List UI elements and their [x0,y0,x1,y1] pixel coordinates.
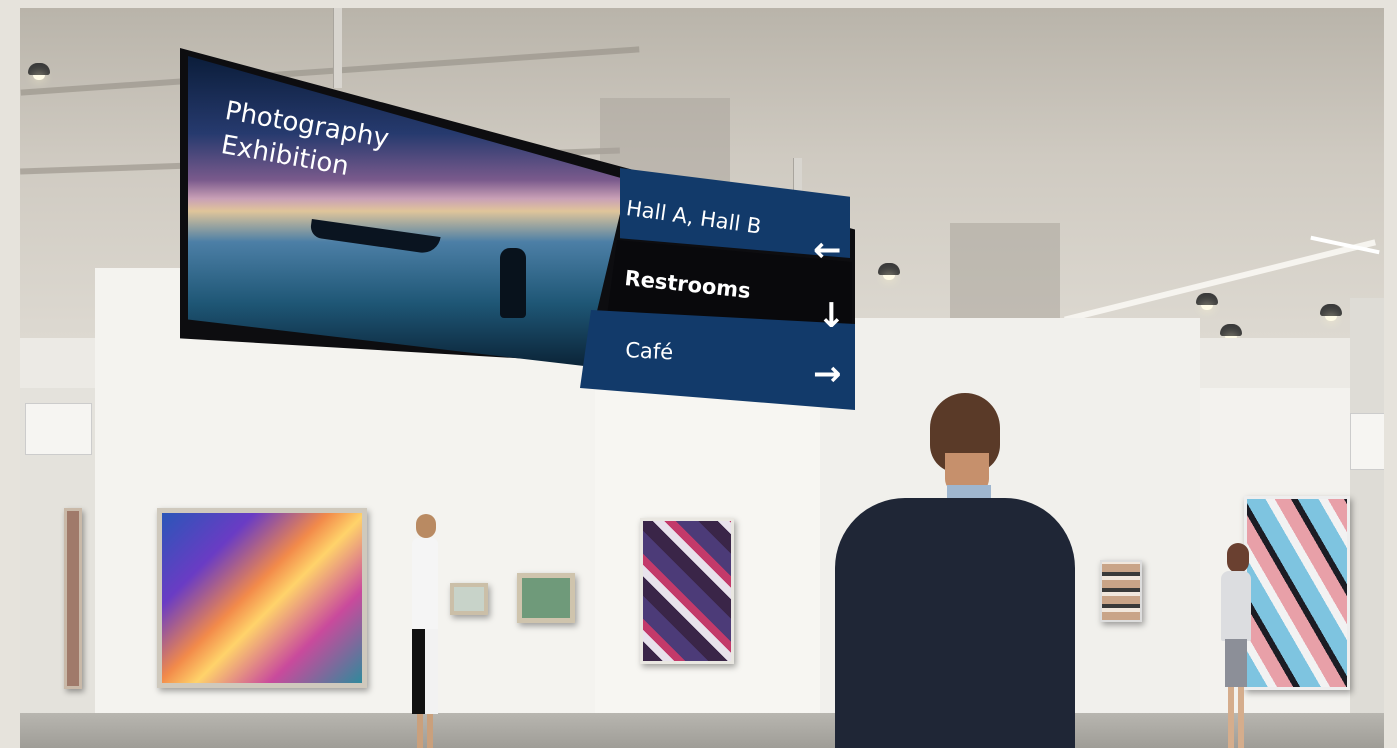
floor [20,713,1384,748]
booth-placard [25,403,92,455]
ceiling-beam [20,46,640,96]
abstract-pattern-painting [640,518,734,664]
sign-hanging-rod [333,8,342,88]
ceiling-lamp [1320,304,1342,321]
direction-label-cafe: Café [624,338,674,365]
ceiling-lamp [1220,324,1242,341]
arrow-left-icon: ← [813,230,842,270]
exhibition-hall-photo: Photography Exhibition Hall A, Hall B ← … [20,8,1384,748]
graffiti-style-painting [1244,496,1350,690]
arrow-right-icon: → [813,354,842,394]
right-booth-edge [1350,298,1384,718]
narrow-artwork [64,508,82,689]
man-in-dark-suit [835,393,1075,748]
small-pattern-artwork [1100,560,1142,622]
booth-placard [1350,413,1384,470]
small-framed-picture [450,583,488,615]
woman-in-grey-outfit [1215,543,1255,748]
ceiling-duct [950,223,1060,318]
small-framed-picture [517,573,575,623]
colorful-landscape-painting [157,508,367,688]
scene: Photography Exhibition Hall A, Hall B ← … [0,0,1397,748]
woman-in-white-dress [404,514,444,748]
ceiling-lamp [28,63,50,80]
ceiling-lamp [878,263,900,280]
arrow-down-icon: ↓ [817,296,846,336]
photographer-silhouette [500,248,526,318]
ceiling-lamp [1196,293,1218,310]
